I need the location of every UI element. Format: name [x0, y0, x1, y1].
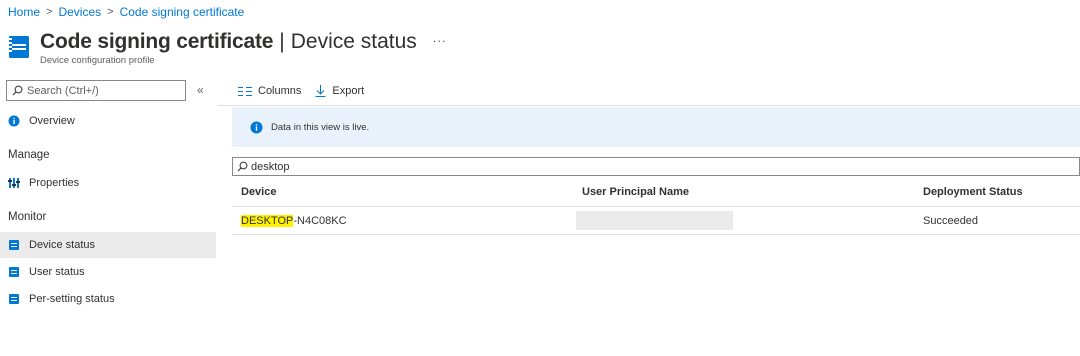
info-icon: [8, 115, 20, 127]
info-icon: [250, 121, 263, 133]
device-filter[interactable]: [232, 157, 1080, 176]
main-content: Columns Export Data in this view is live…: [218, 78, 1080, 356]
device-status-icon: [8, 239, 20, 251]
properties-icon: [8, 177, 20, 189]
sidebar-item-label: User status: [29, 266, 85, 278]
export-button[interactable]: Export: [315, 85, 364, 97]
page-header: Code signing certificate | Device status…: [8, 30, 447, 66]
columns-button[interactable]: Columns: [238, 85, 301, 97]
device-config-icon: [9, 36, 29, 58]
page-title: Code signing certificate: [40, 30, 274, 53]
section-monitor: Monitor: [8, 211, 47, 223]
search-icon: [237, 161, 248, 172]
breadcrumb-home[interactable]: Home: [8, 5, 40, 19]
page-subtitle: Device status: [290, 30, 417, 53]
sidebar: « Overview Manage Properties Monitor Dev…: [0, 78, 216, 356]
sidebar-item-user-status[interactable]: User status: [0, 259, 216, 285]
title-block: Code signing certificate | Device status…: [40, 30, 447, 66]
toolbar-divider: [218, 105, 1080, 106]
export-label: Export: [332, 85, 365, 97]
collapse-sidebar-button[interactable]: «: [197, 83, 204, 97]
sidebar-item-properties[interactable]: Properties: [0, 170, 216, 196]
info-banner-text: Data in this view is live.: [271, 121, 370, 133]
sidebar-item-label: Per-setting status: [29, 293, 115, 305]
breadcrumb: Home > Devices > Code signing certificat…: [8, 4, 244, 20]
title-separator: |: [279, 30, 285, 53]
search-icon: [12, 85, 23, 96]
profile-type-label: Device configuration profile: [40, 55, 155, 66]
sidebar-item-per-setting-status[interactable]: Per-setting status: [0, 286, 216, 312]
breadcrumb-devices[interactable]: Devices: [58, 5, 101, 19]
column-header-device[interactable]: Device: [241, 186, 276, 198]
device-filter-input[interactable]: [251, 160, 551, 173]
breadcrumb-separator: >: [46, 6, 53, 18]
device-status-table: Device User Principal Name Deployment St…: [232, 178, 1080, 235]
deployment-status-cell: Succeeded: [923, 214, 979, 227]
toolbar: Columns Export: [238, 82, 378, 100]
table-header-row: Device User Principal Name Deployment St…: [232, 178, 1080, 207]
column-header-upn[interactable]: User Principal Name: [582, 186, 689, 198]
sidebar-item-label: Properties: [29, 177, 80, 189]
sidebar-search-input[interactable]: [27, 84, 177, 97]
breadcrumb-profile[interactable]: Code signing certificate: [120, 5, 245, 19]
more-actions-button[interactable]: ...: [433, 30, 447, 45]
table-row[interactable]: DESKTOP-N4C08KC Succeeded: [232, 207, 1080, 235]
sidebar-item-label: Device status: [29, 239, 96, 251]
title-row: Code signing certificate | Device status…: [40, 30, 447, 54]
sidebar-item-label: Overview: [29, 115, 75, 127]
sidebar-search[interactable]: [6, 80, 186, 101]
search-match-highlight: DESKTOP: [241, 214, 294, 227]
sidebar-item-device-status[interactable]: Device status: [0, 232, 216, 258]
user-status-icon: [8, 266, 20, 278]
column-header-deployment-status[interactable]: Deployment Status: [923, 186, 1023, 198]
device-name-rest: -N4C08KC: [293, 214, 347, 227]
download-icon: [315, 85, 326, 97]
breadcrumb-separator: >: [107, 6, 114, 18]
per-setting-status-icon: [8, 293, 20, 305]
section-manage: Manage: [8, 149, 50, 161]
device-name-cell: DESKTOP-N4C08KC: [241, 214, 347, 227]
sidebar-item-overview[interactable]: Overview: [0, 108, 216, 134]
columns-icon: [238, 86, 252, 96]
info-banner: Data in this view is live.: [232, 107, 1080, 147]
columns-label: Columns: [258, 85, 302, 97]
redacted-upn-cell: [576, 211, 733, 230]
